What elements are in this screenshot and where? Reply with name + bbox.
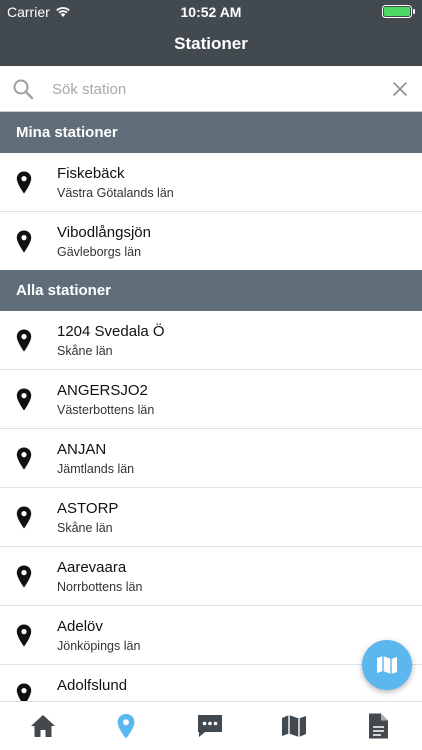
station-row[interactable]: Aarevaara Norrbottens län: [0, 547, 422, 606]
station-name: ASTORP: [57, 500, 119, 517]
location-pin-icon: [16, 447, 32, 470]
location-pin-icon: [16, 171, 32, 194]
station-region: Jönköpings län: [57, 639, 141, 653]
station-row[interactable]: ANJAN Jämtlands län: [0, 429, 422, 488]
station-name: Fiskebäck: [57, 165, 125, 182]
location-pin-icon: [16, 388, 32, 411]
status-bar: Carrier 10:52 AM: [0, 0, 422, 22]
station-row[interactable]: Adelöv Jönköpings län: [0, 606, 422, 665]
station-name: ANJAN: [57, 441, 107, 458]
search-input[interactable]: [52, 78, 372, 100]
map-view-button[interactable]: [362, 640, 412, 690]
station-row[interactable]: Vibodlångsjön Gävleborgs län: [0, 212, 422, 271]
station-row[interactable]: ANGERSJO2 Västerbottens län: [0, 370, 422, 429]
clock: 10:52 AM: [180, 4, 242, 20]
station-name: Adolfslund: [57, 677, 128, 694]
tab-map-icon[interactable]: [280, 712, 308, 740]
station-name: Aarevaara: [57, 559, 127, 576]
page-title: Stationer: [174, 34, 248, 53]
location-pin-icon: [16, 624, 32, 647]
clear-icon[interactable]: [392, 81, 408, 97]
navigation-bar: Carrier 10:52 AM Stationer: [0, 0, 422, 66]
station-region: Västra Götalands län: [57, 186, 174, 200]
location-pin-icon: [16, 329, 32, 352]
station-name: Vibodlångsjön: [57, 224, 151, 241]
station-row[interactable]: Fiskebäck Västra Götalands län: [0, 153, 422, 212]
station-region: Västerbottens län: [57, 403, 155, 417]
station-region: Skåne län: [57, 344, 113, 358]
location-pin-icon: [16, 565, 32, 588]
map-icon: [377, 656, 397, 674]
tab-home-icon[interactable]: [29, 712, 57, 740]
battery-icon: [382, 5, 415, 18]
station-name: 1204 Svedala Ö: [57, 323, 165, 340]
tab-document-icon[interactable]: [364, 712, 392, 740]
tab-location-pin-icon[interactable]: [112, 712, 140, 740]
station-region: Skåne län: [57, 521, 113, 535]
station-row[interactable]: ASTORP Skåne län: [0, 488, 422, 547]
tab-chat-icon[interactable]: [196, 712, 224, 740]
station-region: Jämtlands län: [57, 462, 135, 476]
station-region: Gävleborgs län: [57, 245, 142, 259]
location-pin-icon: [16, 230, 32, 253]
station-name: Adelöv: [57, 618, 103, 635]
location-pin-icon: [16, 506, 32, 529]
tab-bar: [0, 701, 422, 750]
section-header-all-stations: Alla stationer: [0, 270, 422, 311]
search-bar: [0, 66, 422, 112]
search-icon: [13, 79, 34, 100]
station-name: ANGERSJO2: [57, 382, 148, 399]
station-region: Norrbottens län: [57, 580, 143, 594]
station-row[interactable]: 1204 Svedala Ö Skåne län: [0, 311, 422, 370]
section-header-my-stations: Mina stationer: [0, 112, 422, 153]
